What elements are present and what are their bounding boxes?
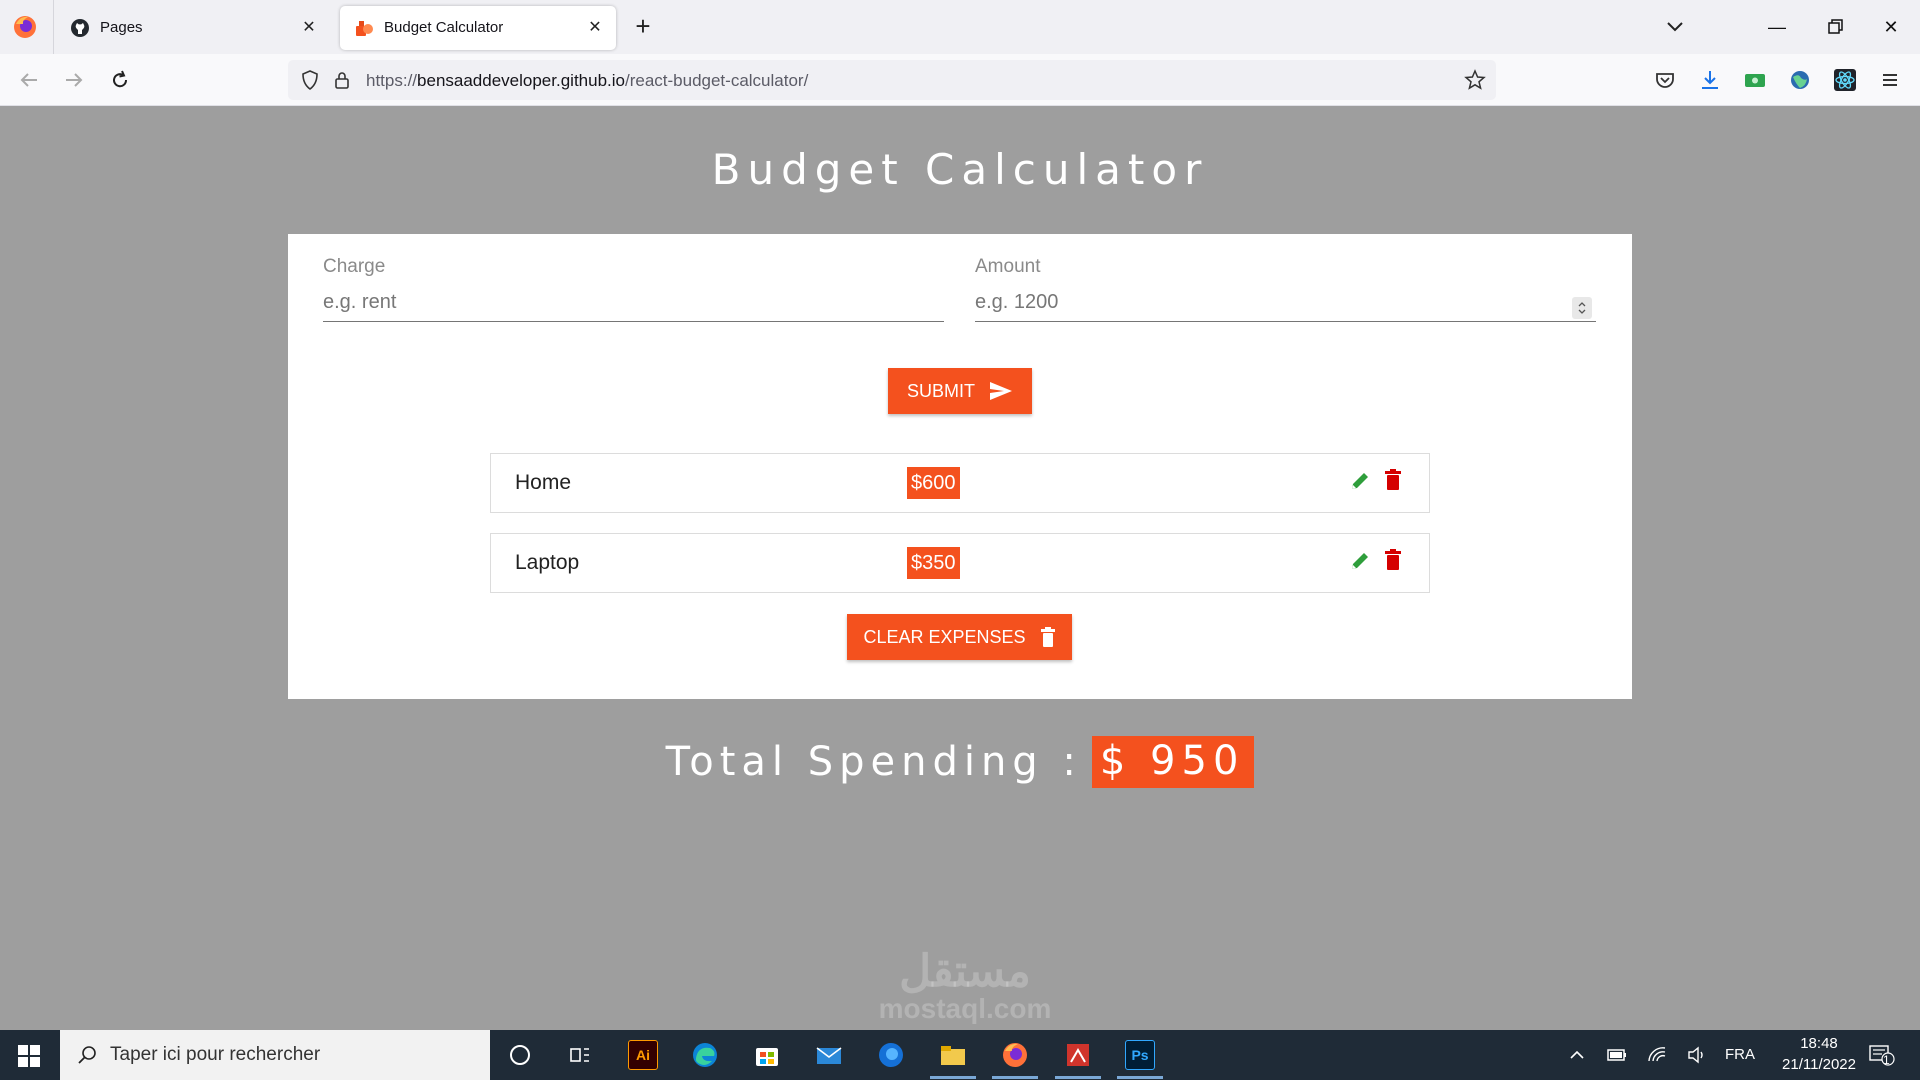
pdf-reader-icon[interactable] <box>1063 1040 1093 1070</box>
forward-arrow-icon[interactable] <box>61 67 87 93</box>
running-app-indicator <box>992 1076 1038 1079</box>
clock-date[interactable]: 21/11/2022 <box>1766 1056 1872 1073</box>
input-language[interactable]: FRA <box>1725 1046 1755 1063</box>
pencil-icon[interactable] <box>1349 470 1371 492</box>
speaker-icon[interactable] <box>1686 1044 1708 1066</box>
clear-expenses-label: CLEAR EXPENSES <box>863 626 1026 647</box>
amount-input[interactable] <box>975 284 1596 322</box>
url-bar[interactable]: https://bensaaddeveloper.github.io/react… <box>288 60 1496 100</box>
page-title: Budget Calculator <box>711 145 1209 194</box>
tab-budget-calculator[interactable]: Budget Calculator ✕ <box>340 6 616 50</box>
submit-label: SUBMIT <box>906 380 975 401</box>
expense-item: Laptop $350 <box>490 533 1430 593</box>
charge-input[interactable] <box>323 284 944 322</box>
chevron-up-icon[interactable] <box>1566 1044 1588 1066</box>
money-bag-icon <box>356 21 373 36</box>
react-devtools-icon[interactable] <box>1832 67 1858 93</box>
expense-name: Home <box>515 471 572 494</box>
expense-name: Laptop <box>515 551 580 574</box>
clear-expenses-button[interactable]: CLEAR EXPENSES <box>847 614 1072 660</box>
total-spending: Total Spending : $ 950 <box>0 736 1920 788</box>
firefox-developer-icon[interactable] <box>876 1040 906 1070</box>
restore-window-icon[interactable] <box>1822 14 1848 40</box>
hamburger-menu-icon[interactable] <box>1877 67 1903 93</box>
url-scheme: https:// <box>366 71 418 90</box>
task-view-icon[interactable] <box>565 1040 595 1070</box>
file-explorer-icon[interactable] <box>938 1040 968 1070</box>
battery-icon[interactable] <box>1606 1044 1628 1066</box>
stepper-arrows-icon <box>1578 302 1586 314</box>
browser-tab-bar: Pages ✕ Budget Calculator ✕ + — ✕ <box>0 0 1920 54</box>
url-text[interactable]: https://bensaaddeveloper.github.io/react… <box>366 71 808 91</box>
close-tab-icon[interactable]: ✕ <box>298 16 320 38</box>
shield-icon[interactable] <box>299 69 321 91</box>
close-window-icon[interactable]: ✕ <box>1878 14 1904 40</box>
windows-start-icon[interactable] <box>18 1045 40 1067</box>
extension-globe-icon[interactable] <box>1787 67 1813 93</box>
new-tab-icon[interactable]: + <box>630 13 656 40</box>
notification-center-icon[interactable] <box>1868 1044 1896 1066</box>
tab-pages[interactable]: Pages ✕ <box>56 6 328 50</box>
firefox-icon[interactable] <box>1000 1040 1030 1070</box>
trash-icon[interactable] <box>1383 548 1403 572</box>
tab-title: Pages <box>100 19 143 36</box>
running-app-indicator <box>930 1076 976 1079</box>
downloads-icon[interactable] <box>1697 67 1723 93</box>
expense-amount-badge: $350 <box>907 547 960 579</box>
edge-icon[interactable] <box>690 1040 720 1070</box>
cortana-icon[interactable] <box>505 1040 535 1070</box>
taskbar-search-placeholder: Taper ici pour rechercher <box>110 1044 321 1065</box>
trash-icon[interactable] <box>1383 468 1403 492</box>
back-arrow-icon[interactable] <box>16 67 42 93</box>
microsoft-store-icon[interactable] <box>752 1040 782 1070</box>
clock-time[interactable]: 18:48 <box>1789 1035 1849 1052</box>
expense-item: Home $600 <box>490 453 1430 513</box>
photoshop-icon[interactable]: Ps <box>1125 1040 1155 1070</box>
url-host: bensaaddeveloper.github.io <box>417 71 625 90</box>
charge-label: Charge <box>323 256 386 277</box>
search-icon <box>78 1046 96 1064</box>
watermark-latin: mostaql.com <box>878 993 1052 1024</box>
minimize-window-icon[interactable]: — <box>1764 14 1790 40</box>
list-all-tabs-icon[interactable] <box>1662 16 1688 38</box>
send-icon <box>990 382 1012 400</box>
total-spending-label: Total Spending : <box>665 739 1082 785</box>
budget-form-card: Charge Amount SUBMIT Home $600 Laptop $3… <box>288 234 1632 699</box>
notification-count: 1 <box>1883 1053 1890 1067</box>
pencil-icon[interactable] <box>1349 550 1371 572</box>
tab-separator <box>53 0 54 54</box>
lock-icon[interactable] <box>332 69 352 91</box>
bookmark-star-icon[interactable] <box>1464 69 1486 91</box>
amount-stepper[interactable] <box>1572 297 1592 319</box>
mail-icon[interactable] <box>814 1040 844 1070</box>
total-spending-value: $ 950 <box>1091 736 1255 788</box>
firefox-menu-icon[interactable] <box>12 14 38 40</box>
watermark-arabic: مستقل <box>899 947 1031 996</box>
extension-money-icon[interactable] <box>1742 67 1768 93</box>
wifi-icon[interactable] <box>1646 1044 1668 1066</box>
reload-icon[interactable] <box>107 67 133 93</box>
close-tab-icon[interactable]: ✕ <box>584 16 606 38</box>
running-app-indicator <box>1055 1076 1101 1079</box>
browser-nav-bar: https://bensaaddeveloper.github.io/react… <box>0 54 1920 106</box>
github-icon <box>71 19 89 37</box>
trash-icon <box>1040 627 1055 647</box>
url-path: /react-budget-calculator/ <box>624 71 809 90</box>
watermark: مستقل mostaql.com <box>840 950 1090 1024</box>
taskbar-search-box[interactable]: Taper ici pour rechercher <box>60 1030 490 1080</box>
submit-button[interactable]: SUBMIT <box>888 368 1032 414</box>
expense-amount-badge: $600 <box>907 467 960 499</box>
windows-taskbar: Taper ici pour rechercher Ai Ps FRA 18:4… <box>0 1030 1920 1080</box>
pocket-icon[interactable] <box>1652 67 1678 93</box>
illustrator-icon[interactable]: Ai <box>628 1040 658 1070</box>
running-app-indicator <box>1117 1076 1163 1079</box>
tab-title: Budget Calculator <box>384 19 504 36</box>
amount-label: Amount <box>975 256 1041 277</box>
